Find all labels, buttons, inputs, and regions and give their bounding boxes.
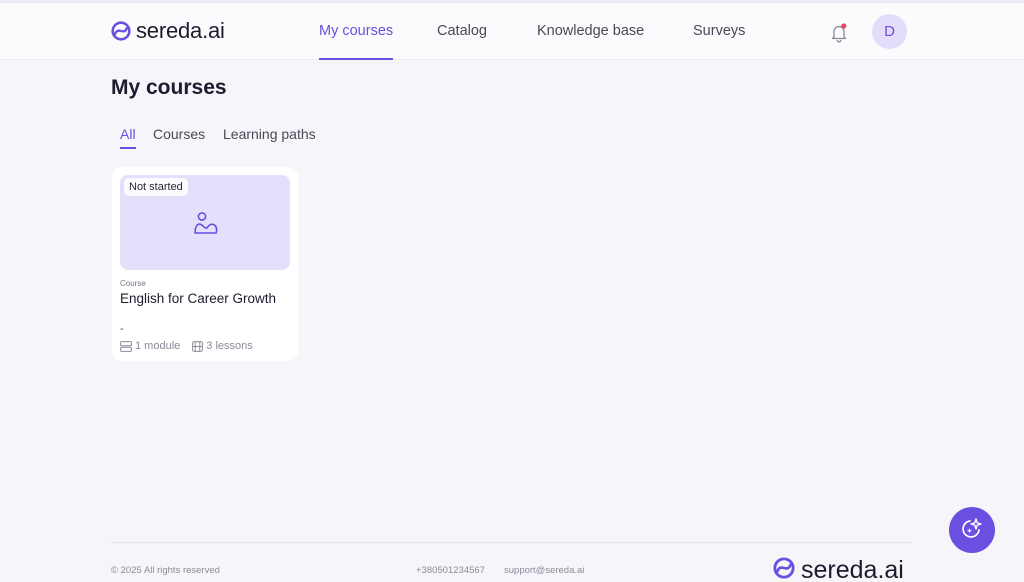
footer-email[interactable]: support@sereda.ai — [504, 565, 584, 576]
status-badge: Not started — [124, 178, 188, 196]
nav-item-surveys[interactable]: Surveys — [693, 23, 745, 59]
footer-logo-text: sereda.ai — [801, 556, 904, 582]
ai-sparkle-icon — [960, 516, 984, 545]
course-thumbnail: Not started — [120, 175, 290, 270]
course-kind-label: Course — [120, 279, 146, 288]
logo-text: sereda.ai — [136, 18, 225, 43]
module-count: 1 module — [120, 340, 180, 352]
bell-icon[interactable] — [829, 22, 849, 44]
tab-courses[interactable]: Courses — [153, 126, 205, 142]
course-description: - — [120, 323, 124, 335]
lesson-film-icon — [192, 340, 204, 352]
logo-mark-icon — [111, 21, 131, 41]
footer-logo-mark-icon — [773, 557, 795, 582]
notification-dot — [841, 23, 847, 29]
course-meta: 1 module 3 lessons — [120, 340, 265, 352]
image-placeholder-icon — [192, 209, 220, 242]
nav-item-catalog[interactable]: Catalog — [437, 23, 487, 59]
footer-phone[interactable]: +380501234567 — [416, 565, 485, 576]
footer-divider — [111, 542, 912, 543]
tab-all[interactable]: All — [120, 126, 136, 149]
nav-item-my-courses[interactable]: My courses — [319, 23, 394, 60]
ai-assistant-button[interactable] — [949, 507, 995, 553]
tab-learning-paths[interactable]: Learning paths — [223, 126, 316, 142]
footer-logo[interactable]: sereda.ai — [773, 556, 904, 582]
brand-logo[interactable]: sereda.ai — [111, 18, 225, 44]
page-title: My courses — [111, 76, 227, 99]
course-card[interactable]: Not started Course English for Career Gr… — [112, 167, 298, 361]
course-title[interactable]: English for Career Growth — [120, 291, 276, 306]
avatar[interactable]: D — [872, 14, 907, 49]
lesson-count: 3 lessons — [192, 340, 253, 352]
footer-copyright: © 2025 All rights reserved — [111, 565, 220, 576]
nav-item-knowledge-base[interactable]: Knowledge base — [537, 23, 644, 59]
module-count-label: 1 module — [135, 340, 181, 352]
lesson-count-label: 3 lessons — [206, 340, 253, 352]
module-icon — [120, 340, 132, 352]
top-navbar: sereda.ai My courses Catalog Knowledge b… — [0, 3, 1024, 60]
